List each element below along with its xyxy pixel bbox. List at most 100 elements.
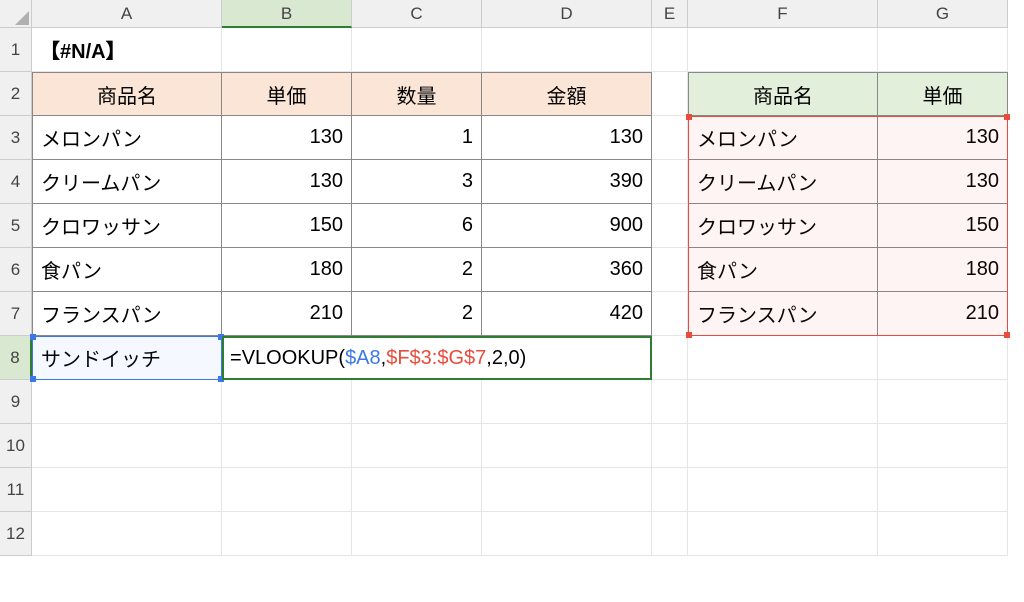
row-header-12[interactable]: 12 [0,512,32,556]
row-header-5[interactable]: 5 [0,204,32,248]
row-header-1[interactable]: 1 [0,28,32,72]
col-header-e[interactable]: E [652,0,688,28]
cell-c7[interactable]: 2 [352,292,482,336]
col-header-a[interactable]: A [32,0,222,28]
cell-a11[interactable] [32,468,222,512]
cell-a9[interactable] [32,380,222,424]
cell-d2-header[interactable]: 金額 [482,72,652,116]
cell-b6[interactable]: 180 [222,248,352,292]
cell-a5[interactable]: クロワッサン [32,204,222,248]
cell-b11[interactable] [222,468,352,512]
cell-c6[interactable]: 2 [352,248,482,292]
cell-f4[interactable]: クリームパン [688,160,878,204]
row-header-3[interactable]: 3 [0,116,32,160]
cell-f10[interactable] [688,424,878,468]
cell-e7[interactable] [652,292,688,336]
cell-g11[interactable] [878,468,1008,512]
cell-b12[interactable] [222,512,352,556]
cell-a6[interactable]: 食パン [32,248,222,292]
cell-f2-header[interactable]: 商品名 [688,72,878,116]
cell-e6[interactable] [652,248,688,292]
cell-d5[interactable]: 900 [482,204,652,248]
cell-d1[interactable] [482,28,652,72]
cell-e10[interactable] [652,424,688,468]
row-header-2[interactable]: 2 [0,72,32,116]
cell-g1[interactable] [878,28,1008,72]
cell-a7[interactable]: フランスパン [32,292,222,336]
cell-e1[interactable] [652,28,688,72]
cell-c10[interactable] [352,424,482,468]
cell-f8[interactable] [688,336,878,380]
cell-f1[interactable] [688,28,878,72]
cell-c9[interactable] [352,380,482,424]
cell-a8[interactable]: サンドイッチ [32,336,222,380]
col-header-f[interactable]: F [688,0,878,28]
cell-b5[interactable]: 150 [222,204,352,248]
cell-g12[interactable] [878,512,1008,556]
cell-d7[interactable]: 420 [482,292,652,336]
row-header-6[interactable]: 6 [0,248,32,292]
cell-e9[interactable] [652,380,688,424]
cell-g10[interactable] [878,424,1008,468]
cell-d9[interactable] [482,380,652,424]
cell-b4[interactable]: 130 [222,160,352,204]
cell-d4[interactable]: 390 [482,160,652,204]
cell-g6[interactable]: 180 [878,248,1008,292]
cell-g3[interactable]: 130 [878,116,1008,160]
cell-f5[interactable]: クロワッサン [688,204,878,248]
cell-e8[interactable] [652,336,688,380]
row-header-11[interactable]: 11 [0,468,32,512]
cell-a2-header[interactable]: 商品名 [32,72,222,116]
cell-a4[interactable]: クリームパン [32,160,222,204]
cell-f11[interactable] [688,468,878,512]
col-header-c[interactable]: C [352,0,482,28]
cell-f6[interactable]: 食パン [688,248,878,292]
cell-f12[interactable] [688,512,878,556]
cell-g7[interactable]: 210 [878,292,1008,336]
cell-e5[interactable] [652,204,688,248]
cell-d11[interactable] [482,468,652,512]
cell-g9[interactable] [878,380,1008,424]
cell-e2[interactable] [652,72,688,116]
cell-g4[interactable]: 130 [878,160,1008,204]
cell-b1[interactable] [222,28,352,72]
cell-b9[interactable] [222,380,352,424]
formula-edit-box[interactable]: =VLOOKUP($A8,$F$3:$G$7,2,0) [222,336,652,380]
row-header-10[interactable]: 10 [0,424,32,468]
cell-f3[interactable]: メロンパン [688,116,878,160]
cell-b3[interactable]: 130 [222,116,352,160]
cell-g8[interactable] [878,336,1008,380]
cell-f9[interactable] [688,380,878,424]
cell-d12[interactable] [482,512,652,556]
cell-b2-header[interactable]: 単価 [222,72,352,116]
cell-g2-header[interactable]: 単価 [878,72,1008,116]
cell-c1[interactable] [352,28,482,72]
cell-c5[interactable]: 6 [352,204,482,248]
col-header-b[interactable]: B [222,0,352,28]
cell-g5[interactable]: 150 [878,204,1008,248]
row-header-9[interactable]: 9 [0,380,32,424]
cell-a10[interactable] [32,424,222,468]
cell-a1[interactable]: 【#N/A】 [32,28,222,72]
cell-d3[interactable]: 130 [482,116,652,160]
row-header-8[interactable]: 8 [0,336,32,380]
cell-a3[interactable]: メロンパン [32,116,222,160]
cell-b10[interactable] [222,424,352,468]
row-header-4[interactable]: 4 [0,160,32,204]
cell-e12[interactable] [652,512,688,556]
cell-e4[interactable] [652,160,688,204]
cell-d6[interactable]: 360 [482,248,652,292]
cell-c2-header[interactable]: 数量 [352,72,482,116]
cell-c11[interactable] [352,468,482,512]
cell-c12[interactable] [352,512,482,556]
cell-f7[interactable]: フランスパン [688,292,878,336]
cell-b7[interactable]: 210 [222,292,352,336]
row-header-7[interactable]: 7 [0,292,32,336]
cell-a12[interactable] [32,512,222,556]
cell-e11[interactable] [652,468,688,512]
cell-c3[interactable]: 1 [352,116,482,160]
cell-c4[interactable]: 3 [352,160,482,204]
cell-d10[interactable] [482,424,652,468]
col-header-g[interactable]: G [878,0,1008,28]
col-header-d[interactable]: D [482,0,652,28]
